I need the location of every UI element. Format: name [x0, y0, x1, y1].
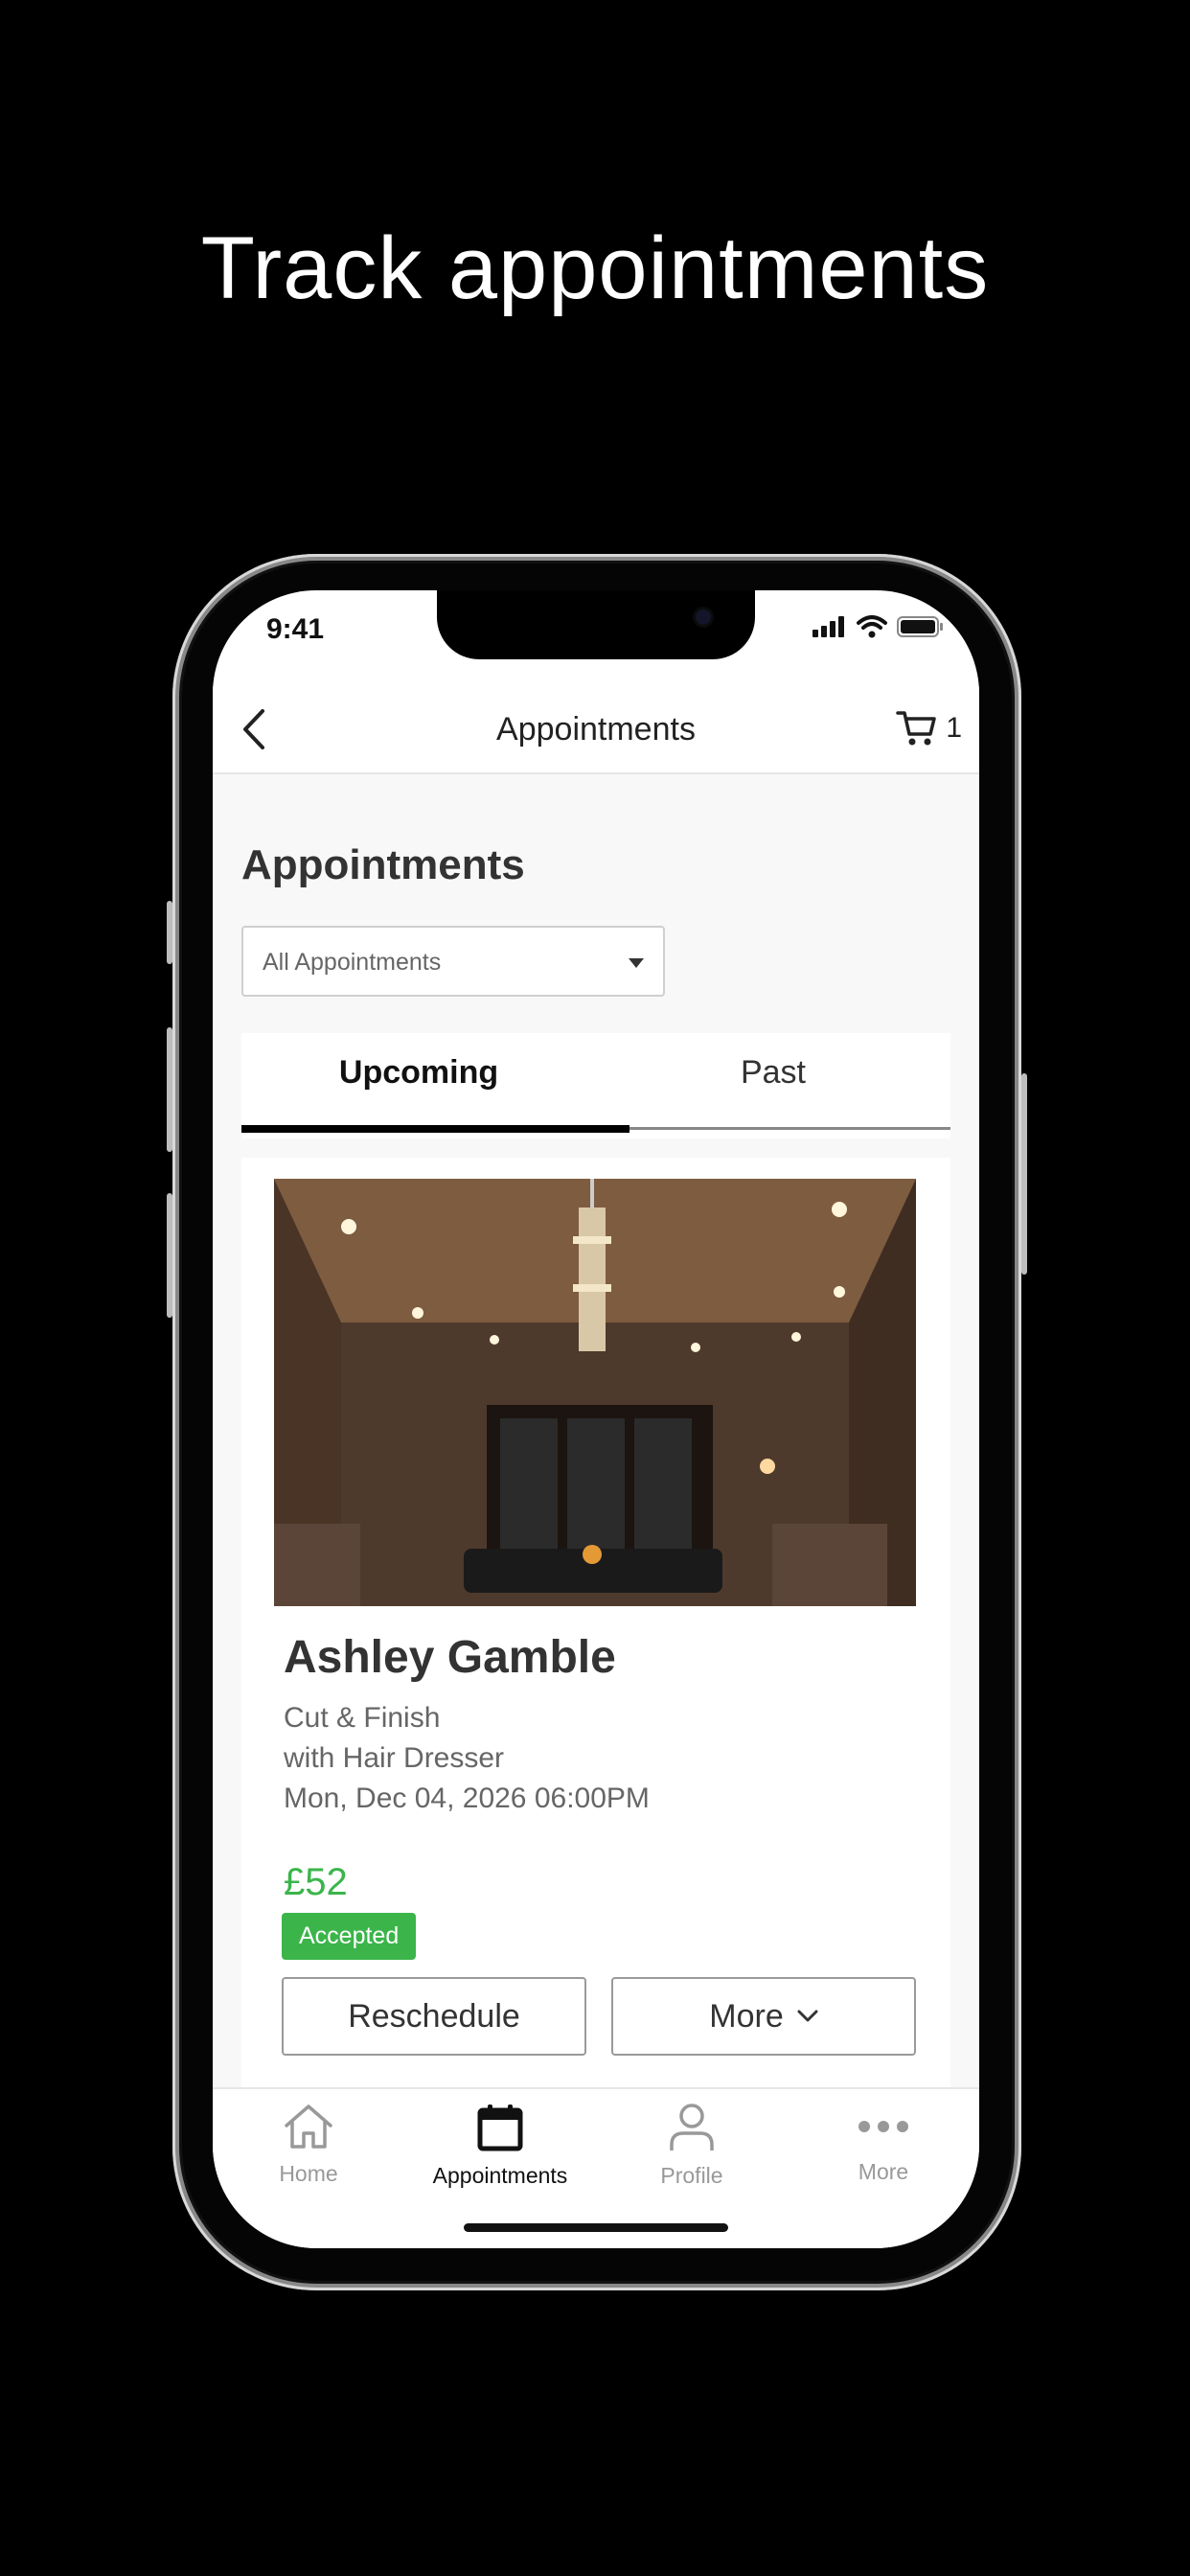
staff-name: with Hair Dresser [284, 1742, 505, 1774]
chevron-down-icon [797, 2010, 818, 2022]
power-button [1021, 1073, 1027, 1275]
status-time: 9:41 [266, 613, 325, 645]
cart-count: 1 [946, 712, 962, 744]
notch [437, 590, 755, 659]
tabbar-label-profile: Profile [660, 2163, 723, 2188]
tabbar-item-more[interactable]: More [788, 2116, 979, 2185]
client-name: Ashley Gamble [284, 1632, 616, 1683]
tabbar-label-appointments: Appointments [432, 2163, 568, 2188]
status-badge: Accepted [282, 1913, 417, 1960]
appointment-filter-select[interactable]: All Appointments [241, 926, 665, 997]
signal-icon [812, 616, 844, 637]
appointment-price: £52 [284, 1861, 348, 1903]
more-dots-icon [858, 2121, 908, 2132]
phone-screen: 9:41 Appointments 1 Appointments All App… [213, 590, 979, 2248]
appointment-datetime: Mon, Dec 04, 2026 06:00PM [284, 1782, 650, 1814]
mute-switch [167, 901, 172, 964]
tabbar-label-more: More [858, 2159, 909, 2184]
page-title: Appointments [241, 841, 525, 888]
more-label: More [709, 1997, 784, 2035]
home-icon [285, 2104, 332, 2149]
person-icon [670, 2104, 714, 2150]
tab-upcoming[interactable]: Upcoming [241, 1033, 596, 1133]
tabbar-item-home[interactable]: Home [213, 2103, 404, 2187]
cart-icon [896, 711, 937, 746]
volume-up-button [167, 1027, 172, 1152]
nav-title: Appointments [496, 711, 696, 748]
calendar-icon [477, 2104, 523, 2151]
nav-bar: Appointments 1 [213, 686, 979, 774]
salon-photo [274, 1179, 916, 1606]
home-indicator [464, 2223, 728, 2232]
wifi-icon [857, 615, 887, 638]
battery-icon [897, 616, 943, 637]
appointment-tabs: Upcoming Past [241, 1033, 950, 1138]
service-name: Cut & Finish [284, 1702, 441, 1734]
content-area: Appointments All Appointments Upcoming P… [213, 774, 979, 2087]
volume-down-button [167, 1193, 172, 1318]
tabbar-item-appointments[interactable]: Appointments [404, 2103, 596, 2189]
salon-interior-illustration [274, 1179, 916, 1606]
caret-down-icon [629, 958, 644, 968]
tab-active-indicator [241, 1125, 629, 1133]
status-icons [812, 615, 945, 638]
reschedule-button[interactable]: Reschedule [282, 1977, 586, 2056]
tabbar-label-home: Home [279, 2161, 338, 2186]
reschedule-label: Reschedule [348, 1997, 520, 2035]
appointment-card: Ashley Gamble Cut & Finish with Hair Dre… [241, 1158, 950, 2087]
front-camera [696, 610, 711, 625]
tab-past[interactable]: Past [596, 1033, 950, 1133]
filter-selected-value: All Appointments [263, 949, 442, 976]
more-button[interactable]: More [611, 1977, 916, 2056]
tabbar-item-profile[interactable]: Profile [596, 2103, 788, 2189]
headline: Track appointments [200, 219, 990, 317]
cart-button[interactable]: 1 [896, 709, 962, 748]
